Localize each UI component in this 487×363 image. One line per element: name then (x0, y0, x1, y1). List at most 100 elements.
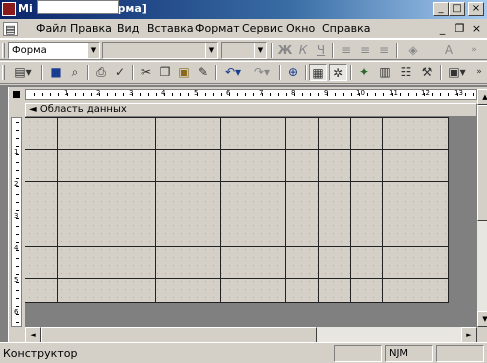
menu-window[interactable]: Окно (286, 22, 315, 35)
grid-dot (301, 233, 302, 234)
toolbar-grip[interactable] (2, 43, 5, 58)
toolbar-options-icon[interactable]: » (465, 42, 483, 59)
menu-edit[interactable]: Правка (70, 22, 112, 35)
fill-color-icon[interactable]: ◈ (401, 42, 425, 59)
maximize-button[interactable]: □ (449, 2, 465, 16)
align-left-icon[interactable]: ≡ (337, 42, 355, 59)
print-icon[interactable]: ⎙ (92, 64, 110, 81)
toolbox-icon[interactable]: ✲ (329, 64, 347, 81)
grid-dot (93, 121, 94, 122)
autoformat-icon[interactable]: ✦ (355, 64, 373, 81)
grid-dot (157, 185, 158, 186)
horizontal-scrollbar[interactable]: ◄ ► (25, 327, 477, 343)
grid-dot (77, 289, 78, 290)
grid-dot (101, 281, 102, 282)
form-selector[interactable] (11, 89, 22, 100)
scroll-left-button[interactable]: ◄ (25, 327, 41, 343)
align-right-icon[interactable]: ≡ (375, 42, 393, 59)
scroll-down-button[interactable]: ▼ (477, 311, 487, 327)
menu-help[interactable]: Справка (322, 22, 370, 35)
format-painter-icon[interactable]: ✎ (194, 64, 212, 81)
copy-icon[interactable]: ❐ (156, 64, 174, 81)
grid-dot (293, 145, 294, 146)
menu-format[interactable]: Формат (195, 22, 240, 35)
grid-dot (165, 281, 166, 282)
grid-dot (397, 209, 398, 210)
horizontal-scroll-thumb[interactable] (41, 327, 317, 343)
grid-dot (125, 249, 126, 250)
separator (279, 65, 281, 80)
separator (87, 65, 89, 80)
scroll-up-button[interactable]: ▲ (477, 89, 487, 105)
doc-minimize-button[interactable]: _ (435, 22, 450, 36)
grid-dot (429, 257, 430, 258)
bold-button[interactable]: Ж (276, 42, 294, 59)
minimize-button[interactable]: _ (433, 2, 449, 16)
object-combo[interactable]: Форма ▼ (8, 42, 100, 59)
underline-button[interactable]: Ч (312, 42, 330, 59)
align-center-icon[interactable]: ≡ (356, 42, 374, 59)
doc-close-button[interactable]: × (469, 22, 484, 36)
grid-dot (109, 145, 110, 146)
insert-hyperlink-icon[interactable]: ⊕ (284, 64, 302, 81)
detail-section-header[interactable]: ◄ Область данных (25, 103, 477, 117)
menu-insert[interactable]: Вставка (147, 22, 194, 35)
grid-dot (365, 129, 366, 130)
form-document-icon[interactable]: ▤ (3, 22, 18, 36)
grid-dot (189, 209, 190, 210)
grid-dot (397, 257, 398, 258)
grid-dot (77, 225, 78, 226)
italic-button[interactable]: К (294, 42, 312, 59)
grid-dot (229, 161, 230, 162)
database-window-icon[interactable]: ▣▾ (445, 64, 469, 81)
chevron-down-icon[interactable]: ▼ (254, 43, 266, 58)
vertical-scroll-thumb[interactable] (477, 105, 487, 221)
chevron-down-icon[interactable]: ▼ (87, 43, 99, 58)
grid-dot (301, 249, 302, 250)
ruler-tick (91, 93, 92, 96)
horizontal-ruler[interactable]: 1 2 3 4 5 6 7 8 9 10 11 12 13 (25, 89, 477, 100)
scroll-right-button[interactable]: ► (461, 327, 477, 343)
properties-icon[interactable]: ☷ (397, 64, 415, 81)
grid-dot (45, 241, 46, 242)
grid-dot (373, 129, 374, 130)
detail-section-grid[interactable] (25, 117, 449, 303)
access-app-icon[interactable] (2, 2, 16, 16)
spelling-icon[interactable]: ✓ (111, 64, 129, 81)
grid-dot (341, 233, 342, 234)
ruler-tick (440, 93, 441, 96)
font-name-combo[interactable]: ▼ (102, 42, 218, 59)
field-list-icon[interactable]: ▦ (309, 64, 327, 81)
grid-dot (237, 169, 238, 170)
grid-dot (173, 281, 174, 282)
close-button[interactable]: × (468, 2, 484, 16)
vertical-scrollbar[interactable]: ▲ ▼ (477, 89, 487, 327)
code-icon[interactable]: ▥ (376, 64, 394, 81)
grid-dot (173, 233, 174, 234)
print-preview-icon[interactable]: ⌕ (66, 64, 84, 81)
vertical-ruler[interactable]: 1 2 3 4 5 6 (11, 117, 22, 327)
grid-dot (277, 281, 278, 282)
redo-icon[interactable]: ↷▾ (249, 64, 275, 81)
menu-view[interactable]: Вид (117, 22, 139, 35)
grid-dot (325, 249, 326, 250)
undo-icon[interactable]: ↶▾ (220, 64, 246, 81)
cut-icon[interactable]: ✂ (137, 64, 155, 81)
font-color-button[interactable]: A (437, 42, 461, 59)
grid-dot (93, 209, 94, 210)
grid-dot (333, 153, 334, 154)
font-size-combo[interactable]: ▼ (221, 42, 267, 59)
doc-restore-button[interactable]: ❐ (452, 22, 467, 36)
grid-dot (413, 265, 414, 266)
save-icon[interactable]: ■ (47, 64, 65, 81)
menu-file[interactable]: Файл (36, 22, 66, 35)
grid-dot (445, 153, 446, 154)
view-icon[interactable]: ▤▾ (9, 64, 37, 81)
grid-dot (277, 129, 278, 130)
menu-tools[interactable]: Сервис (242, 22, 283, 35)
build-icon[interactable]: ⚒ (418, 64, 436, 81)
toolbar-options-icon[interactable]: » (470, 64, 487, 81)
toolbar-grip[interactable] (2, 65, 5, 80)
paste-icon[interactable]: ▣ (175, 64, 193, 81)
chevron-down-icon[interactable]: ▼ (205, 43, 217, 58)
